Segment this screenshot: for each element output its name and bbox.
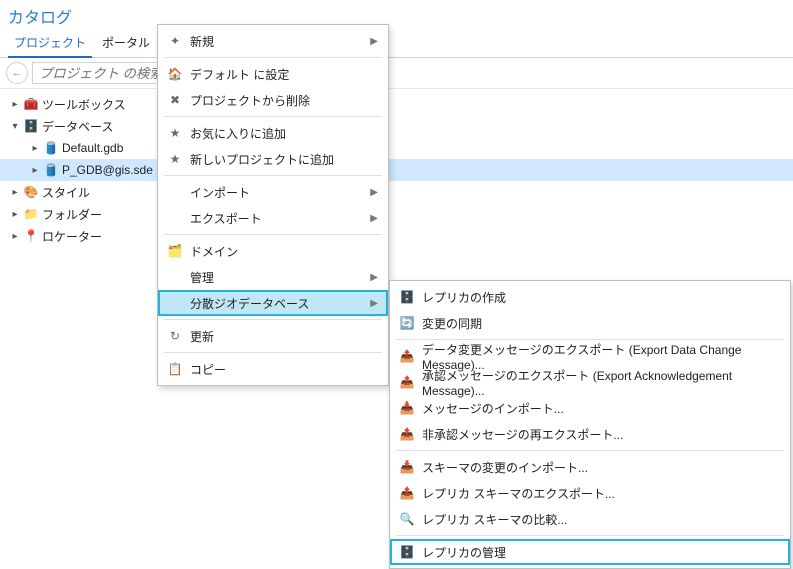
gdb-icon: 🛢️ [42,140,60,156]
tree-item-locator[interactable]: ▸ 📍 ロケーター [0,225,793,247]
tree-label: P_GDB@gis.sde [60,163,153,177]
schema-compare-icon: 🔍 [396,510,418,528]
tree-item-sde[interactable]: ▸ 🛢️ P_GDB@gis.sde [0,159,793,181]
menu-item-remove-from-project[interactable]: ✖ プロジェクトから削除 [158,87,388,113]
sde-icon: 🛢️ [42,162,60,178]
menu-item-new[interactable]: ✦ 新規 ▶ [158,28,388,54]
chevron-right-icon: ▶ [370,272,378,283]
search-input[interactable] [32,62,164,84]
star-icon: ★ [164,124,186,142]
submenu-distributed-geodatabase: 🗄️ レプリカの作成 🔄 変更の同期 📤 データ変更メッセージのエクスポート (… [389,280,791,569]
menu-item-add-new-project[interactable]: ★ 新しいプロジェクトに追加 [158,146,388,172]
blank-icon [164,209,186,227]
sync-icon: 🔄 [396,314,418,332]
chevron-right-icon: ▶ [370,187,378,198]
style-icon: 🎨 [22,184,40,200]
chevron-right-icon: ▸ [8,209,22,220]
menu-item-set-default[interactable]: 🏠 デフォルト に設定 [158,61,388,87]
replica-create-icon: 🗄️ [396,288,418,306]
tree-label: データベース [40,118,113,135]
folder-icon: 📁 [22,206,40,222]
spark-icon: ✦ [164,32,186,50]
chevron-right-icon: ▸ [8,99,22,110]
submenu-item-compare-schema[interactable]: 🔍 レプリカ スキーマの比較... [390,506,790,532]
menu-item-distributed-geodatabase[interactable]: 分散ジオデータベース ▶ [158,290,388,316]
menu-item-export[interactable]: エクスポート ▶ [158,205,388,231]
submenu-item-reexport-unack[interactable]: 📤 非承認メッセージの再エクスポート... [390,421,790,447]
separator [164,175,382,176]
back-button[interactable]: ← [6,62,28,84]
star-plus-icon: ★ [164,150,186,168]
refresh-icon: ↻ [164,327,186,345]
submenu-item-sync-changes[interactable]: 🔄 変更の同期 [390,310,790,336]
search-bar: ← [0,58,793,89]
separator [396,450,784,451]
schema-import-icon: 📥 [396,458,418,476]
toolbox-icon: 🧰 [22,96,40,112]
chevron-right-icon: ▸ [28,143,42,154]
submenu-item-import-message[interactable]: 📥 メッセージのインポート... [390,395,790,421]
tree-item-database[interactable]: ▾ 🗄️ データベース [0,115,793,137]
tab-bar: プロジェクト ポータル コンピ [0,32,793,58]
menu-item-copy[interactable]: 📋 コピー [158,356,388,382]
context-menu: ✦ 新規 ▶ 🏠 デフォルト に設定 ✖ プロジェクトから削除 ★ お気に入りに… [157,24,389,386]
panel-title: カタログ [0,0,793,32]
separator [164,234,382,235]
database-icon: 🗄️ [22,118,40,134]
tree-label: スタイル [40,184,90,201]
copy-icon: 📋 [164,360,186,378]
tree-item-toolbox[interactable]: ▸ 🧰 ツールボックス [0,93,793,115]
import-msg-icon: 📥 [396,399,418,417]
tree-item-style[interactable]: ▸ 🎨 スタイル [0,181,793,203]
locator-icon: 📍 [22,228,40,244]
chevron-right-icon: ▶ [370,213,378,224]
chevron-right-icon: ▸ [8,187,22,198]
tab-project[interactable]: プロジェクト [6,32,94,57]
blank-icon [164,294,186,312]
separator [164,57,382,58]
menu-item-add-favorites[interactable]: ★ お気に入りに追加 [158,120,388,146]
manage-replica-icon: 🗄️ [396,543,418,561]
chevron-down-icon: ▾ [8,121,22,132]
submenu-item-export-schema[interactable]: 📤 レプリカ スキーマのエクスポート... [390,480,790,506]
remove-icon: ✖ [164,91,186,109]
submenu-item-create-replica[interactable]: 🗄️ レプリカの作成 [390,284,790,310]
menu-item-refresh[interactable]: ↻ 更新 [158,323,388,349]
chevron-right-icon: ▸ [28,165,42,176]
separator [164,352,382,353]
chevron-right-icon: ▶ [370,36,378,47]
blank-icon [164,268,186,286]
submenu-item-export-data-change[interactable]: 📤 データ変更メッセージのエクスポート (Export Data Change … [390,343,790,369]
tree-item-default-gdb[interactable]: ▸ 🛢️ Default.gdb [0,137,793,159]
tree-label: フォルダー [40,206,102,223]
domain-icon: 🗂️ [164,242,186,260]
tree-label: ロケーター [40,228,102,245]
export-data-icon: 📤 [396,347,418,365]
submenu-item-export-ack[interactable]: 📤 承認メッセージのエクスポート (Export Acknowledgement… [390,369,790,395]
schema-export-icon: 📤 [396,484,418,502]
tree-label: ツールボックス [40,96,126,113]
catalog-tree: ▸ 🧰 ツールボックス ▾ 🗄️ データベース ▸ 🛢️ Default.gdb… [0,89,793,251]
menu-item-manage[interactable]: 管理 ▶ [158,264,388,290]
export-ack-icon: 📤 [396,373,418,391]
home-icon: 🏠 [164,65,186,83]
reexport-icon: 📤 [396,425,418,443]
submenu-item-import-schema[interactable]: 📥 スキーマの変更のインポート... [390,454,790,480]
tree-label: Default.gdb [60,141,123,155]
chevron-right-icon: ▶ [370,298,378,309]
chevron-right-icon: ▸ [8,231,22,242]
tree-item-folder[interactable]: ▸ 📁 フォルダー [0,203,793,225]
separator [164,319,382,320]
submenu-item-manage-replica[interactable]: 🗄️ レプリカの管理 [390,539,790,565]
menu-item-import[interactable]: インポート ▶ [158,179,388,205]
separator [396,535,784,536]
arrow-left-icon: ← [12,67,23,79]
separator [164,116,382,117]
blank-icon [164,183,186,201]
tab-portal[interactable]: ポータル [94,32,158,57]
menu-item-domain[interactable]: 🗂️ ドメイン [158,238,388,264]
